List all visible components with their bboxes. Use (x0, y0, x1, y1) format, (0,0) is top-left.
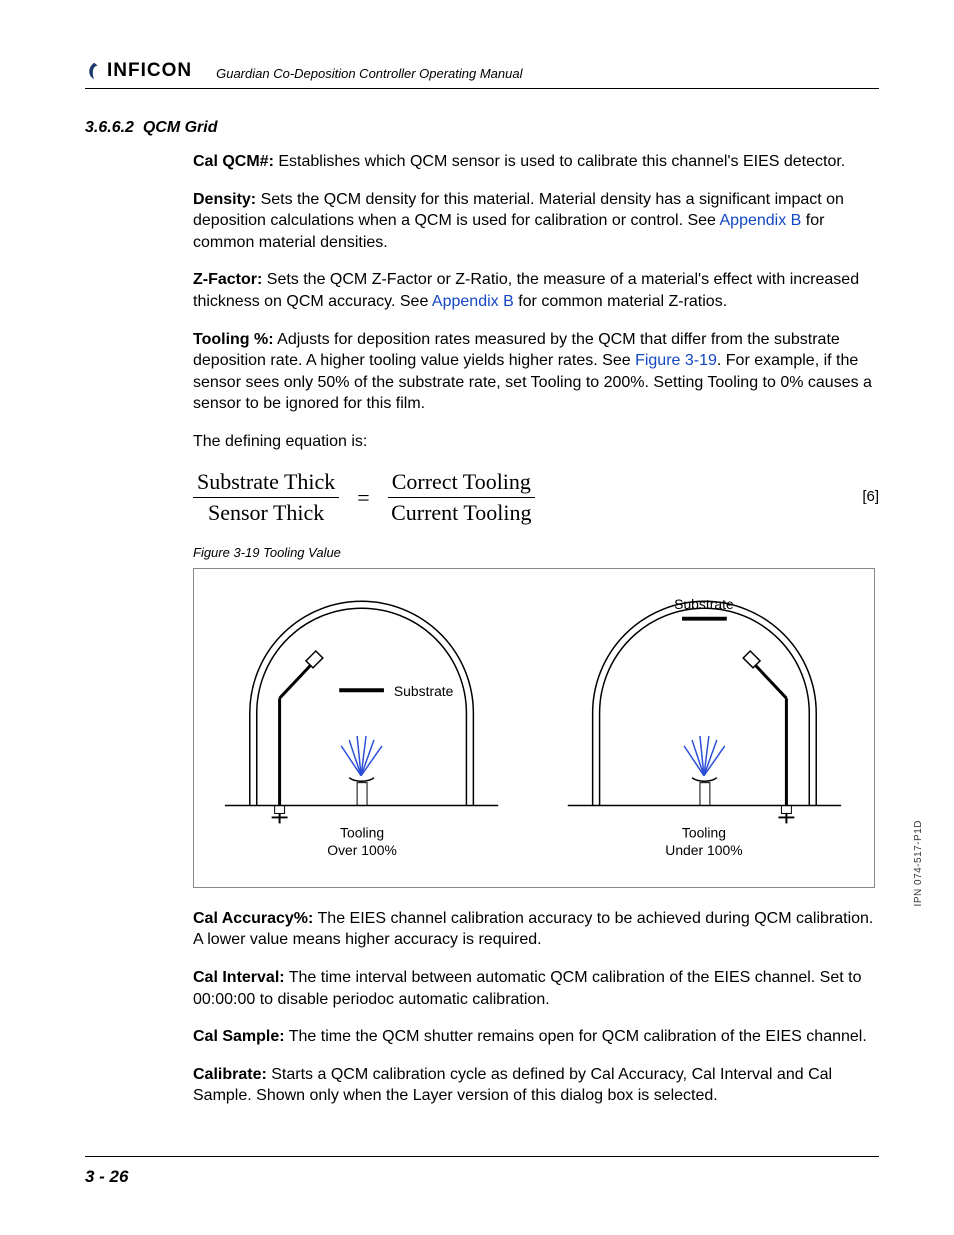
section-number: 3.6.6.2 (85, 119, 134, 136)
para-density: Density: Sets the QCM density for this m… (193, 189, 879, 254)
term-calibrate: Calibrate: (193, 1066, 267, 1083)
numerator-2: Correct Tooling (388, 469, 535, 498)
text-cal-interval: The time interval between automatic QCM … (193, 969, 861, 1008)
para-cal-accuracy: Cal Accuracy%: The EIES channel calibrat… (193, 908, 879, 951)
text-cal-qcm: Establishes which QCM sensor is used to … (274, 153, 845, 170)
para-cal-interval: Cal Interval: The time interval between … (193, 967, 879, 1010)
fig-right-caption-1: Tooling (682, 824, 726, 840)
para-tooling: Tooling %: Adjusts for deposition rates … (193, 329, 879, 415)
term-zfactor: Z-Factor: (193, 271, 262, 288)
link-figure-3-19[interactable]: Figure 3-19 (635, 352, 717, 369)
fig-left-caption-2: Over 100% (327, 842, 397, 858)
para-eq-intro: The defining equation is: (193, 431, 879, 453)
denominator-2: Current Tooling (391, 498, 531, 526)
para-calibrate: Calibrate: Starts a QCM calibration cycl… (193, 1064, 879, 1107)
side-doc-id: IPN 074-517-P1D (913, 820, 924, 906)
manual-title: Guardian Co-Deposition Controller Operat… (216, 66, 522, 82)
equation-number: [6] (862, 487, 879, 507)
brand-logo: INFICON (85, 60, 192, 82)
fig-substrate-label-left: Substrate (394, 683, 454, 699)
figure-tooling-value: Substrate Tooling Over 100% (193, 568, 875, 888)
term-cal-interval: Cal Interval: (193, 969, 285, 986)
tooling-equation: Substrate Thick Sensor Thick = Correct T… (193, 469, 535, 527)
para-zfactor: Z-Factor: Sets the QCM Z-Factor or Z-Rat… (193, 269, 879, 312)
body-content: Cal QCM#: Establishes which QCM sensor i… (193, 151, 879, 1107)
text-cal-sample: The time the QCM shutter remains open fo… (285, 1028, 867, 1045)
numerator-1: Substrate Thick (193, 469, 339, 498)
equals-sign: = (357, 483, 369, 513)
fig-substrate-label-right: Substrate (674, 596, 734, 612)
page-number: 3 - 26 (85, 1167, 128, 1186)
page-footer: 3 - 26 (85, 1156, 879, 1187)
fig-right-caption-2: Under 100% (665, 842, 742, 858)
text-calibrate: Starts a QCM calibration cycle as define… (193, 1066, 832, 1105)
term-cal-qcm: Cal QCM#: (193, 153, 274, 170)
text-zfactor-b: for common material Z-ratios. (514, 293, 727, 310)
term-tooling: Tooling %: (193, 331, 274, 348)
term-cal-accuracy: Cal Accuracy%: (193, 910, 313, 927)
para-cal-sample: Cal Sample: The time the QCM shutter rem… (193, 1026, 879, 1048)
fraction-left: Substrate Thick Sensor Thick (193, 469, 339, 527)
equation-row: Substrate Thick Sensor Thick = Correct T… (193, 469, 879, 527)
para-cal-qcm: Cal QCM#: Establishes which QCM sensor i… (193, 151, 879, 173)
link-appendix-b-1[interactable]: Appendix B (720, 212, 802, 229)
term-cal-sample: Cal Sample: (193, 1028, 285, 1045)
section-title: QCM Grid (143, 119, 218, 136)
logo-icon (85, 62, 103, 80)
fig-left-caption-1: Tooling (340, 824, 384, 840)
fraction-right: Correct Tooling Current Tooling (388, 469, 535, 527)
denominator-1: Sensor Thick (208, 498, 324, 526)
page-header: INFICON Guardian Co-Deposition Controlle… (85, 60, 879, 89)
term-density: Density: (193, 191, 256, 208)
figure-caption: Figure 3-19 Tooling Value (193, 544, 879, 562)
section-heading: 3.6.6.2 QCM Grid (85, 119, 879, 137)
brand-text: INFICON (107, 60, 192, 82)
link-appendix-b-2[interactable]: Appendix B (432, 293, 514, 310)
